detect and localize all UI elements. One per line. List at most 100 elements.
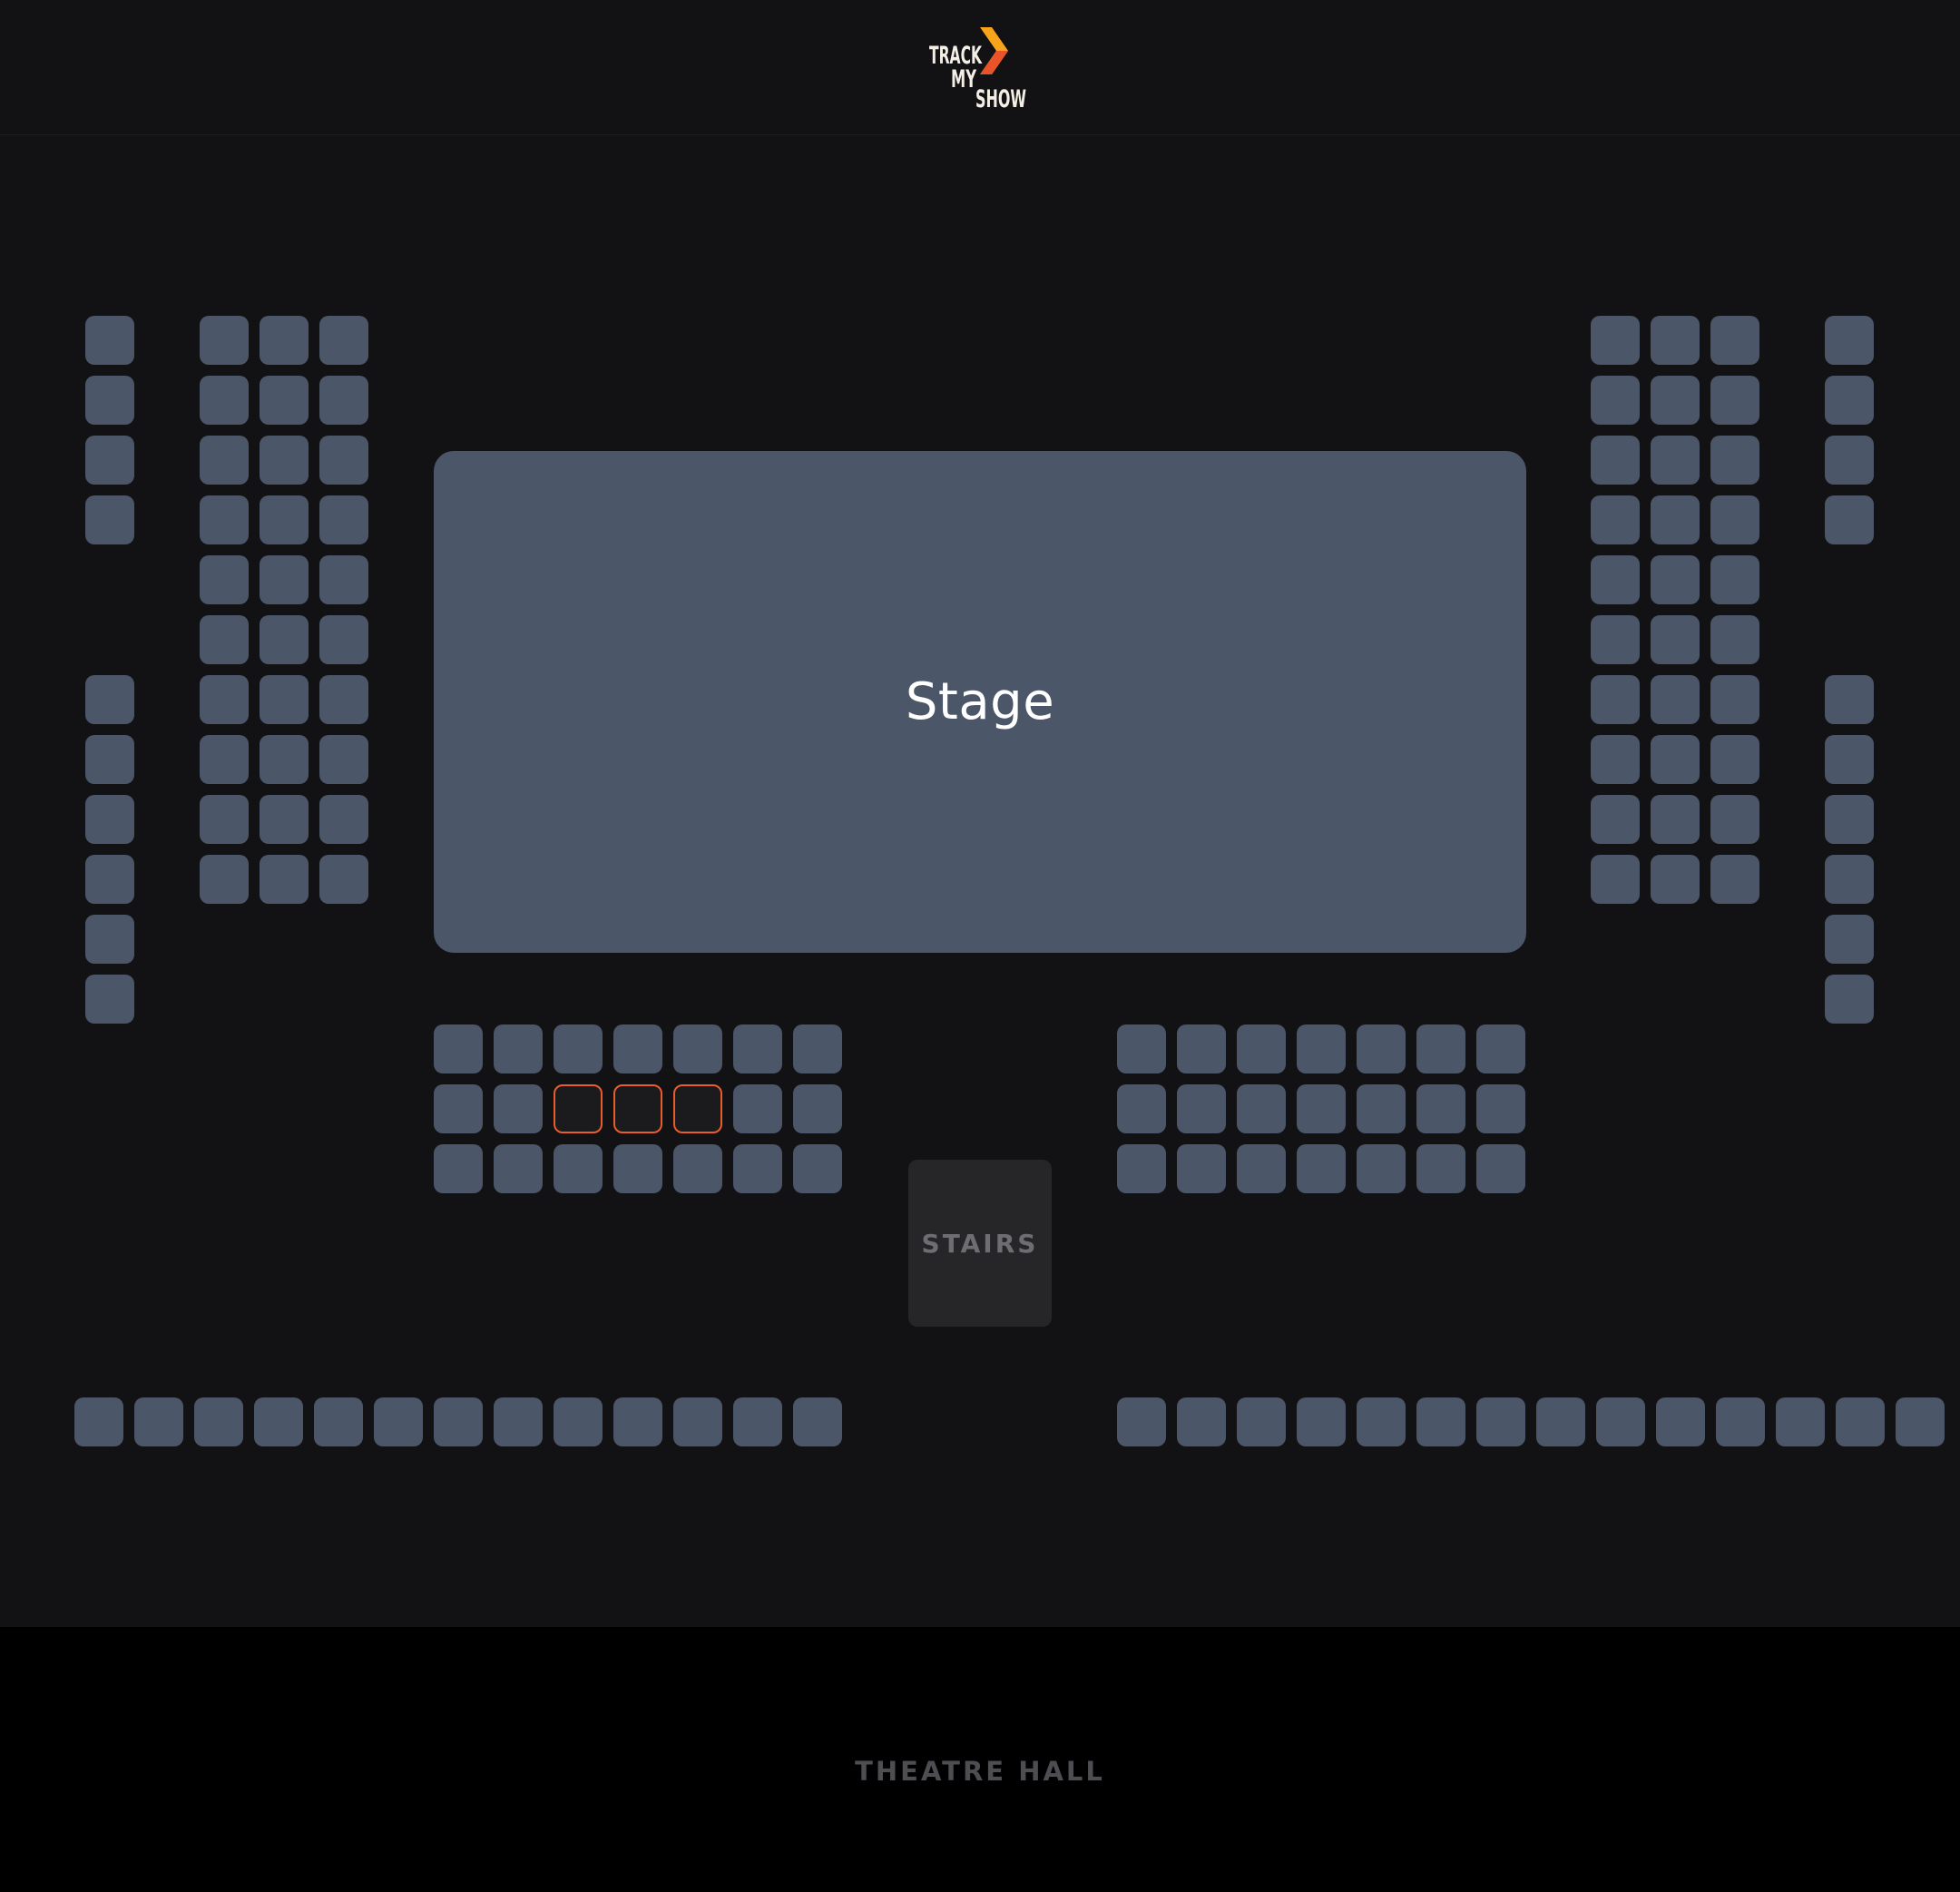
seat[interactable] [1651, 376, 1700, 425]
seat[interactable] [1825, 376, 1874, 425]
seat[interactable] [1237, 1024, 1286, 1073]
seat[interactable] [260, 316, 309, 365]
seat[interactable] [200, 376, 249, 425]
seat[interactable] [200, 436, 249, 485]
seat[interactable] [1776, 1397, 1825, 1446]
seat[interactable] [1591, 795, 1640, 844]
seat[interactable] [1177, 1144, 1226, 1193]
seat[interactable] [1651, 316, 1700, 365]
seat[interactable] [1177, 1024, 1226, 1073]
seat[interactable] [1536, 1397, 1585, 1446]
seat[interactable] [733, 1144, 782, 1193]
seat[interactable] [673, 1144, 722, 1193]
seat[interactable] [200, 675, 249, 724]
seat[interactable] [1591, 316, 1640, 365]
seat[interactable] [319, 316, 368, 365]
seat[interactable] [1651, 615, 1700, 664]
seat[interactable] [1357, 1024, 1406, 1073]
seat[interactable] [1416, 1397, 1465, 1446]
seat[interactable] [1651, 735, 1700, 784]
seat[interactable] [1710, 855, 1759, 904]
seat[interactable] [1297, 1397, 1346, 1446]
seat[interactable] [1710, 555, 1759, 604]
seat[interactable] [1591, 436, 1640, 485]
seat[interactable] [1716, 1397, 1765, 1446]
seat[interactable] [793, 1084, 842, 1133]
seat[interactable] [1651, 495, 1700, 544]
seat[interactable] [1710, 376, 1759, 425]
seat[interactable] [1591, 495, 1640, 544]
seat[interactable] [1237, 1144, 1286, 1193]
seat[interactable] [85, 915, 134, 964]
seat[interactable] [494, 1024, 543, 1073]
seat[interactable] [494, 1397, 543, 1446]
seat[interactable] [200, 855, 249, 904]
seat[interactable] [1651, 675, 1700, 724]
seat[interactable] [1710, 495, 1759, 544]
seat[interactable] [1177, 1084, 1226, 1133]
seat[interactable] [793, 1397, 842, 1446]
seat[interactable] [260, 675, 309, 724]
seat[interactable] [374, 1397, 423, 1446]
seat[interactable] [1117, 1144, 1166, 1193]
seat[interactable] [673, 1397, 722, 1446]
seat[interactable] [85, 975, 134, 1024]
seat[interactable] [200, 555, 249, 604]
seat[interactable] [1651, 795, 1700, 844]
seat[interactable] [733, 1024, 782, 1073]
seat[interactable] [1836, 1397, 1885, 1446]
seat-selected[interactable] [673, 1084, 722, 1133]
seat[interactable] [1825, 975, 1874, 1024]
seat[interactable] [554, 1024, 603, 1073]
seat[interactable] [1710, 436, 1759, 485]
seat[interactable] [319, 495, 368, 544]
seat[interactable] [793, 1144, 842, 1193]
seat[interactable] [1651, 555, 1700, 604]
seat[interactable] [319, 855, 368, 904]
seat[interactable] [200, 795, 249, 844]
seat[interactable] [319, 795, 368, 844]
seat[interactable] [1651, 855, 1700, 904]
seat[interactable] [1591, 735, 1640, 784]
seat[interactable] [1476, 1024, 1525, 1073]
seat[interactable] [85, 735, 134, 784]
seat[interactable] [1825, 855, 1874, 904]
seat[interactable] [1651, 436, 1700, 485]
seat[interactable] [494, 1144, 543, 1193]
seat[interactable] [1476, 1144, 1525, 1193]
seat[interactable] [1825, 436, 1874, 485]
seat[interactable] [733, 1397, 782, 1446]
seat[interactable] [260, 615, 309, 664]
seat[interactable] [1117, 1397, 1166, 1446]
seat[interactable] [85, 675, 134, 724]
seat[interactable] [260, 735, 309, 784]
seat[interactable] [1357, 1084, 1406, 1133]
seat[interactable] [314, 1397, 363, 1446]
seat[interactable] [1591, 675, 1640, 724]
seat[interactable] [554, 1397, 603, 1446]
seat[interactable] [1357, 1397, 1406, 1446]
seat[interactable] [85, 436, 134, 485]
seat[interactable] [319, 735, 368, 784]
seat[interactable] [85, 495, 134, 544]
seat[interactable] [1416, 1084, 1465, 1133]
seat[interactable] [194, 1397, 243, 1446]
seat[interactable] [1297, 1024, 1346, 1073]
seat[interactable] [260, 855, 309, 904]
seat[interactable] [1656, 1397, 1705, 1446]
seat[interactable] [319, 615, 368, 664]
seat[interactable] [733, 1084, 782, 1133]
seat[interactable] [1825, 735, 1874, 784]
seat[interactable] [200, 735, 249, 784]
seat[interactable] [793, 1024, 842, 1073]
seat-selected[interactable] [554, 1084, 603, 1133]
seat[interactable] [319, 675, 368, 724]
seat[interactable] [260, 555, 309, 604]
seat[interactable] [613, 1397, 662, 1446]
seat[interactable] [85, 855, 134, 904]
seat[interactable] [1591, 555, 1640, 604]
seat[interactable] [319, 436, 368, 485]
seat-selected[interactable] [613, 1084, 662, 1133]
seat[interactable] [134, 1397, 183, 1446]
seat[interactable] [613, 1144, 662, 1193]
